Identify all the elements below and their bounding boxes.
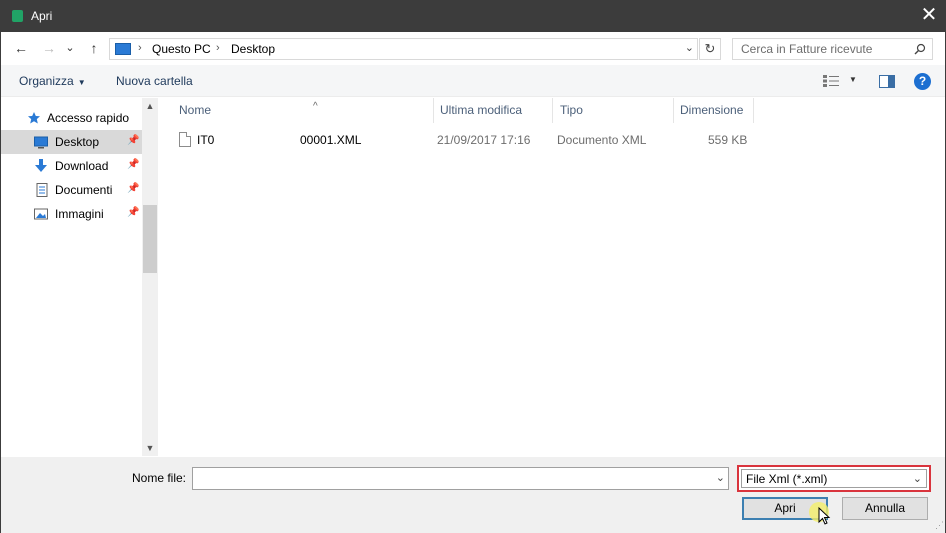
- column-header-type[interactable]: Tipo: [554, 98, 674, 123]
- scroll-up-icon[interactable]: ▲: [142, 98, 158, 114]
- nav-item-desktop[interactable]: Desktop 📌: [1, 130, 142, 154]
- chevron-down-icon[interactable]: ⌄: [716, 471, 725, 484]
- address-bar[interactable]: › Questo PC › Desktop ⌄: [109, 38, 698, 60]
- nav-item-label: Download: [55, 159, 109, 173]
- nav-scrollbar[interactable]: ▲ ▼: [142, 98, 158, 456]
- file-name-end: 00001.XML: [300, 133, 362, 147]
- caret-down-icon: ▼: [77, 78, 86, 87]
- cancel-button[interactable]: Annulla: [842, 497, 928, 520]
- pin-icon: 📌: [127, 159, 140, 170]
- nav-item-label: Immagini: [55, 207, 104, 221]
- column-header-modified[interactable]: Ultima modifica: [434, 98, 553, 123]
- star-icon: [28, 112, 40, 124]
- file-list: Nome ^ Ultima modifica Tipo Dimensione I…: [159, 98, 945, 456]
- redacted-region: [215, 131, 299, 149]
- help-icon[interactable]: ?: [914, 73, 931, 90]
- nav-item-download[interactable]: Download 📌: [1, 154, 142, 178]
- back-button[interactable]: ←: [11, 38, 31, 58]
- nav-item-label: Desktop: [55, 135, 100, 149]
- navigation-bar: ← → ⌄ ↑ › Questo PC › Desktop ⌄ ↻: [1, 32, 945, 64]
- refresh-button[interactable]: ↻: [699, 38, 721, 60]
- file-type-filter-value: File Xml (*.xml): [746, 472, 828, 486]
- pin-icon: 📌: [127, 207, 140, 218]
- filename-label: Nome file:: [132, 471, 187, 485]
- preview-pane-icon[interactable]: [879, 75, 895, 88]
- nav-item-documents[interactable]: Documenti 📌: [1, 178, 142, 202]
- search-input[interactable]: [733, 39, 909, 59]
- command-bar: Organizza ▼ Nuova cartella ▼ ?: [1, 65, 945, 97]
- dialog-footer: Nome file: ⌄ File Xml (*.xml) ⌄ Apri Ann…: [1, 457, 945, 533]
- window-title: Apri: [31, 9, 53, 23]
- file-icon: [179, 132, 191, 147]
- scroll-down-icon[interactable]: ▼: [142, 440, 158, 456]
- file-type-filter-highlight: File Xml (*.xml) ⌄: [737, 465, 931, 492]
- file-type-filter-select[interactable]: File Xml (*.xml) ⌄: [741, 469, 927, 488]
- sort-ascending-icon: ^: [313, 101, 318, 112]
- organize-button[interactable]: Organizza ▼: [19, 74, 86, 88]
- file-size: 559 KB: [708, 133, 748, 147]
- nav-item-quick-access[interactable]: Accesso rapido: [1, 106, 142, 130]
- search-icon[interactable]: [914, 43, 926, 55]
- pin-icon: 📌: [127, 135, 140, 146]
- file-type: Documento XML: [557, 133, 647, 147]
- documents-icon: [36, 183, 48, 197]
- new-folder-button[interactable]: Nuova cartella: [116, 74, 193, 88]
- view-options-icon[interactable]: [823, 75, 839, 87]
- navigation-pane: Accesso rapido Desktop 📌 Download 📌 Docu…: [1, 98, 158, 456]
- column-label: Nome: [179, 103, 212, 117]
- breadcrumb-separator[interactable]: ›: [138, 42, 142, 54]
- search-box[interactable]: [732, 38, 933, 60]
- resize-grip-icon[interactable]: ⋰: [935, 520, 944, 531]
- filename-combobox[interactable]: ⌄: [192, 467, 729, 490]
- filename-input[interactable]: [193, 468, 708, 489]
- title-bar: Apri ✕: [1, 1, 945, 32]
- pictures-icon: [34, 208, 48, 220]
- nav-item-label: Documenti: [55, 183, 113, 197]
- chevron-down-icon[interactable]: ⌄: [913, 472, 922, 485]
- up-button[interactable]: ↑: [84, 38, 104, 58]
- nav-item-label: Accesso rapido: [47, 111, 130, 125]
- nav-item-pictures[interactable]: Immagini 📌: [1, 202, 142, 226]
- file-name-start: IT0: [197, 133, 215, 147]
- breadcrumb-desktop[interactable]: Desktop: [231, 42, 275, 56]
- forward-button[interactable]: →: [39, 38, 59, 58]
- organize-label: Organizza: [19, 74, 74, 88]
- open-file-dialog: Apri ✕ ← → ⌄ ↑ › Questo PC › Desktop ⌄ ↻…: [0, 0, 946, 533]
- download-icon: [35, 159, 47, 172]
- app-icon: [12, 10, 23, 22]
- column-header-size[interactable]: Dimensione: [674, 98, 754, 123]
- breadcrumb-this-pc[interactable]: Questo PC: [152, 42, 211, 56]
- recent-locations-button[interactable]: ⌄: [63, 38, 77, 58]
- view-dropdown-icon[interactable]: ▼: [849, 75, 857, 84]
- breadcrumb-separator[interactable]: ›: [216, 42, 220, 54]
- file-modified: 21/09/2017 17:16: [437, 133, 531, 147]
- mouse-cursor-icon: [809, 502, 831, 525]
- scroll-thumb[interactable]: [143, 205, 157, 273]
- file-row[interactable]: IT0 00001.XML 21/09/2017 17:16 Documento…: [159, 129, 759, 151]
- pin-icon: 📌: [127, 183, 140, 194]
- column-header-name[interactable]: Nome ^: [173, 98, 435, 123]
- close-button[interactable]: ✕: [913, 1, 945, 32]
- desktop-icon: [34, 136, 48, 149]
- chevron-down-icon[interactable]: ⌄: [685, 41, 694, 54]
- computer-icon: [115, 43, 131, 55]
